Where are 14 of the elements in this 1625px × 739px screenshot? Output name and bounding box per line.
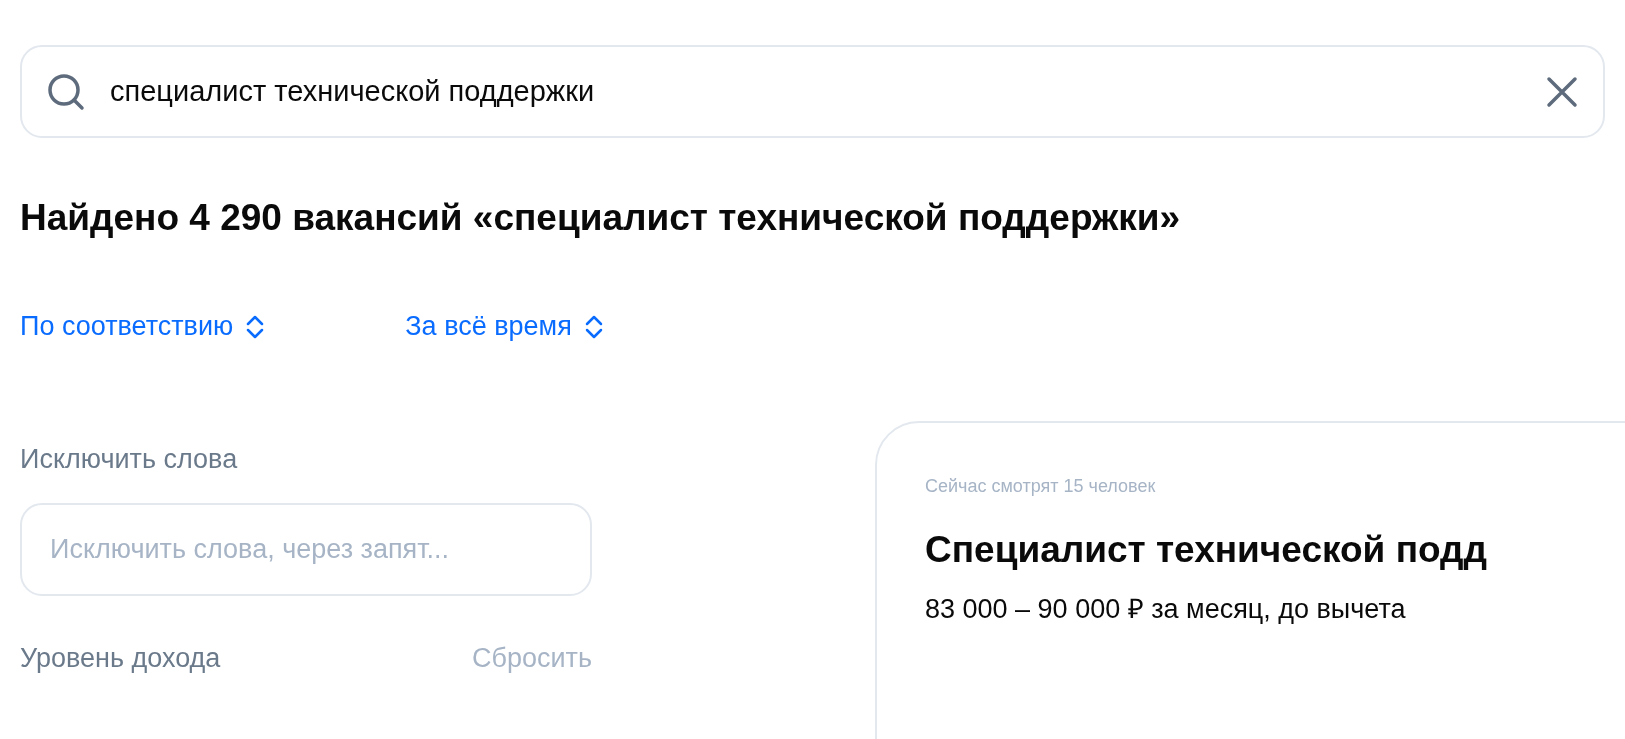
field-label: Исключить слова xyxy=(20,442,239,476)
results-heading: Найдено 4 290 вакансий «специалист технической поддержки» xyxy=(20,196,1182,240)
viewers-count: Сейчас смотрят 15 человек xyxy=(925,474,1157,498)
field-label: Уровень дохода xyxy=(20,642,221,676)
sort-dropdown[interactable]: По соответствию xyxy=(20,306,266,347)
search-icon xyxy=(46,71,86,112)
vacancy-title[interactable]: Специалист технической подд xyxy=(925,521,1625,578)
sort-dropdown[interactable]: За всё время xyxy=(405,306,604,347)
search-field[interactable]: специалист технической поддержки xyxy=(20,45,1605,138)
search-input[interactable]: специалист технической поддержки xyxy=(110,69,1521,114)
close-icon[interactable] xyxy=(1545,74,1579,109)
exclude-words-field[interactable]: Исключить слова, через запят... xyxy=(20,503,592,597)
vacancy-card[interactable]: Сейчас смотрят 15 человек Специалист технической подд 83 000 – 90 000 ₽ за месяц, до вычета xyxy=(875,420,1625,739)
vacancy-salary: 83 000 – 90 000 ₽ за месяц, до вычета xyxy=(925,593,1407,627)
